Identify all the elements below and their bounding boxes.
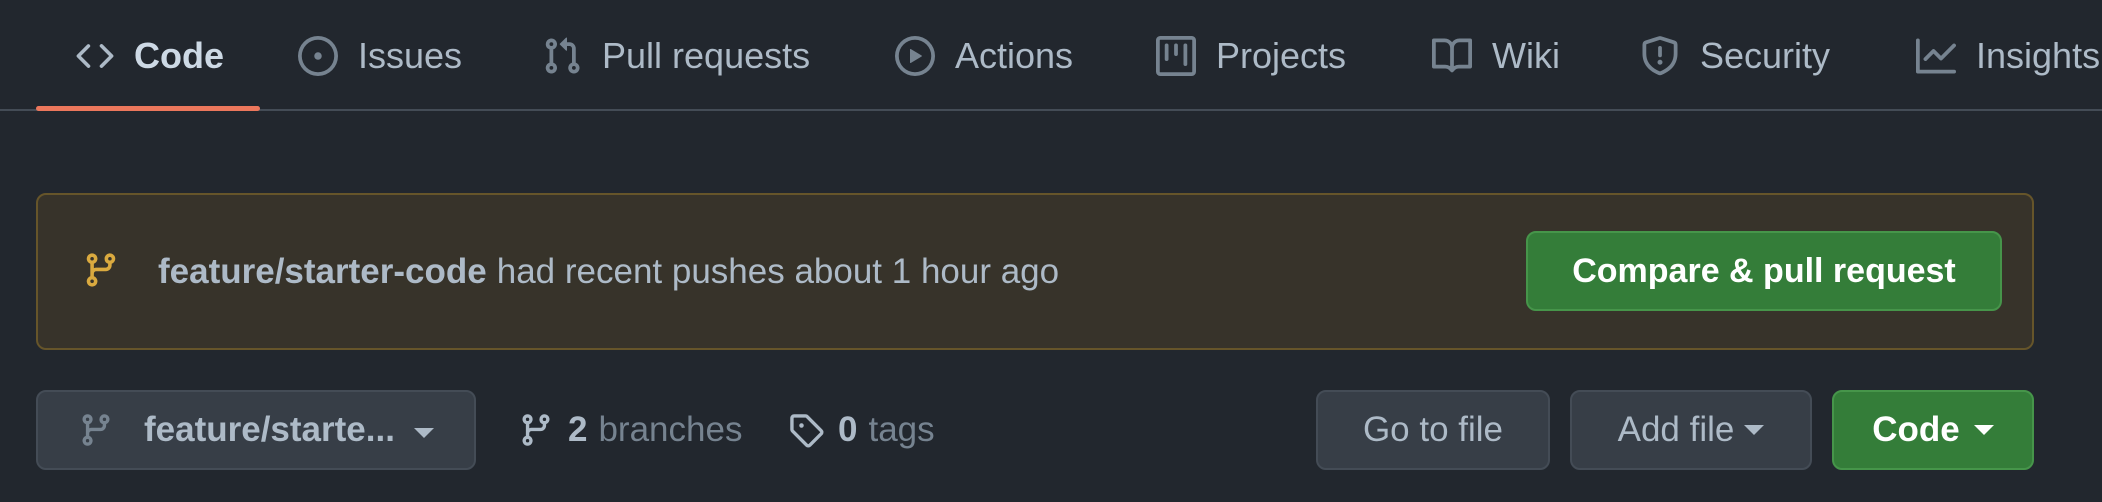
selected-tab-underline (36, 106, 260, 111)
tab-pull-requests[interactable]: Pull requests (542, 0, 810, 111)
table-icon (1156, 35, 1196, 76)
tab-pull-requests-label: Pull requests (602, 34, 811, 76)
go-to-file-label: Go to file (1362, 410, 1504, 449)
compare-pull-request-button[interactable]: Compare & pull request (1526, 231, 2002, 311)
issue-opened-icon (298, 35, 338, 76)
git-branch-icon (82, 251, 120, 289)
code-button-label: Code (1872, 410, 1960, 449)
go-to-file-button[interactable]: Go to file (1316, 390, 1550, 470)
tab-actions-label: Actions (955, 34, 1074, 76)
code-icon (76, 37, 114, 75)
tags-link[interactable]: 0 tags (788, 390, 935, 470)
tab-wiki[interactable]: Wiki (1432, 0, 1560, 111)
current-branch-label: feature/starte... (144, 410, 395, 449)
graph-icon (1916, 36, 1956, 76)
shield-icon (1640, 35, 1680, 76)
pushed-message-text: had recent pushes about 1 hour ago (496, 251, 1060, 291)
git-branch-icon (518, 412, 554, 448)
tab-wiki-label: Wiki (1492, 34, 1560, 76)
tab-insights-label: Insights (1976, 34, 2101, 76)
git-pull-request-icon (542, 36, 582, 76)
branch-select-button[interactable]: feature/starte... (36, 390, 476, 470)
tags-count: 0 (838, 410, 858, 449)
tab-projects-label: Projects (1216, 34, 1347, 76)
tab-security-label: Security (1700, 34, 1831, 76)
play-icon (895, 35, 935, 76)
chevron-down-icon (1973, 425, 1994, 435)
tab-security[interactable]: Security (1640, 0, 1830, 111)
tags-label: tags (868, 410, 935, 449)
tab-insights[interactable]: Insights (1916, 0, 2100, 111)
book-icon (1432, 36, 1472, 76)
branches-link[interactable]: 2 branches (518, 390, 742, 470)
branches-count: 2 (568, 410, 588, 449)
repo-tab-nav: Code Issues Pull requests Actions Projec… (0, 0, 2102, 111)
tag-icon (788, 412, 824, 448)
git-branch-icon (78, 412, 114, 448)
add-file-label: Add file (1617, 410, 1735, 449)
tab-code-label: Code (134, 34, 224, 76)
branches-label: branches (598, 410, 743, 449)
tab-issues-label: Issues (358, 34, 463, 76)
chevron-down-icon (1744, 425, 1765, 435)
recent-pushes-message: feature/starter-code had recent pushes a… (158, 195, 1059, 348)
tab-code[interactable]: Code (76, 0, 224, 111)
chevron-down-icon (414, 428, 434, 438)
code-dropdown-button[interactable]: Code (1832, 390, 2034, 470)
tab-issues[interactable]: Issues (298, 0, 462, 111)
tab-actions[interactable]: Actions (895, 0, 1073, 111)
tab-projects[interactable]: Projects (1156, 0, 1346, 111)
recent-pushes-banner: feature/starter-code had recent pushes a… (36, 193, 2034, 350)
pushed-branch-name: feature/starter-code (158, 251, 487, 291)
add-file-button[interactable]: Add file (1570, 390, 1812, 470)
